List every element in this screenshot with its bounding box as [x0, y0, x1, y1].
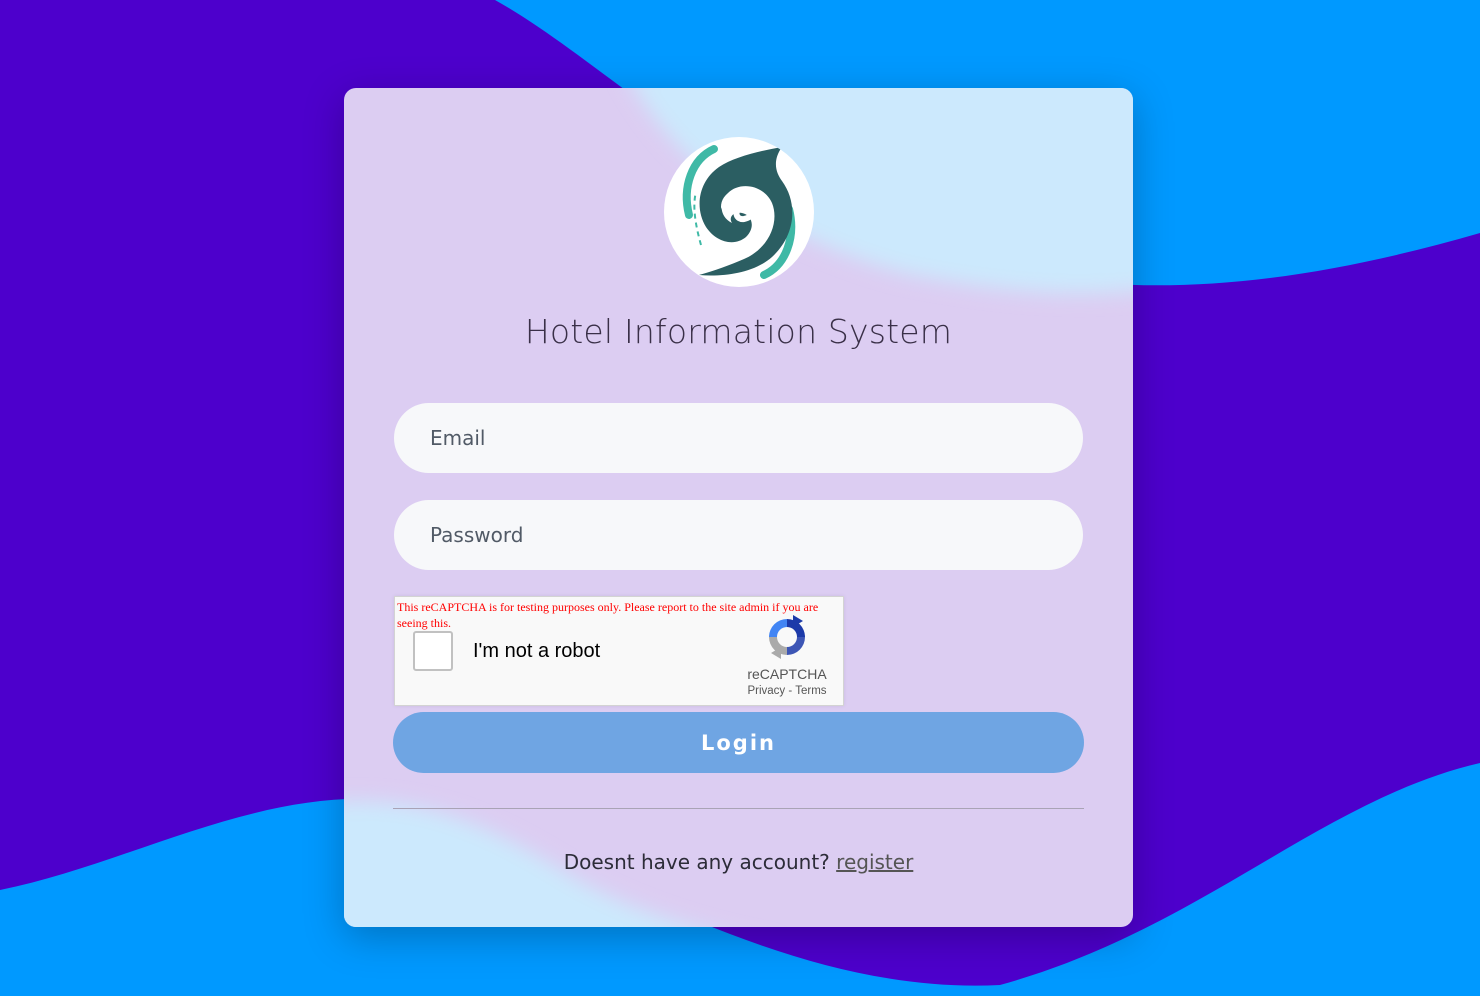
- recaptcha-label: I'm not a robot: [473, 640, 601, 662]
- recaptcha-separator: -: [788, 685, 793, 697]
- login-button[interactable]: Login: [393, 712, 1084, 773]
- recaptcha-privacy-link[interactable]: Privacy: [747, 685, 785, 697]
- register-prompt: Doesnt have any account? register: [344, 850, 1133, 874]
- page-title: Hotel Information System: [524, 312, 953, 351]
- register-link[interactable]: register: [836, 850, 913, 874]
- recaptcha-checkbox[interactable]: [413, 631, 453, 671]
- register-prompt-text: Doesnt have any account?: [563, 850, 830, 874]
- recaptcha-widget: This reCAPTCHA is for testing purposes o…: [394, 596, 844, 706]
- recaptcha-terms-link[interactable]: Terms: [795, 685, 826, 697]
- password-field[interactable]: [394, 500, 1083, 570]
- email-field[interactable]: [394, 403, 1083, 473]
- login-card: Hotel Information System This reCAPTCHA …: [344, 88, 1133, 927]
- hotel-logo-icon: [664, 137, 814, 287]
- recaptcha-logo-icon: [769, 615, 805, 659]
- recaptcha-brand: reCAPTCHA: [747, 666, 827, 682]
- recaptcha-links: Privacy - Terms: [735, 685, 839, 697]
- divider: [393, 808, 1084, 809]
